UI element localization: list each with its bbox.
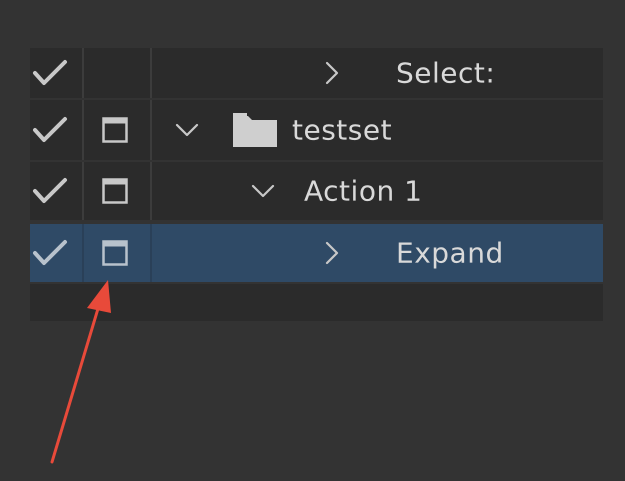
actions-panel: Select: testset Action 1 Expand: [30, 48, 603, 321]
action-name-cell[interactable]: Expand: [152, 224, 603, 282]
action-set-label: testset: [292, 113, 393, 147]
chevron-down-icon[interactable]: [250, 183, 276, 199]
folder-icon: [233, 113, 277, 147]
toggle-item-cell[interactable]: [30, 100, 82, 160]
actions-list-empty-area[interactable]: [30, 284, 603, 321]
dialog-toggle-cell[interactable]: [84, 162, 150, 220]
dialog-toggle-cell[interactable]: [84, 48, 150, 98]
action-row-action-1[interactable]: Action 1: [30, 162, 603, 220]
action-name-cell[interactable]: testset: [152, 100, 603, 160]
dialog-toggle-box-icon[interactable]: [102, 240, 128, 266]
dialog-toggle-box-icon[interactable]: [102, 178, 128, 204]
checkmark-icon[interactable]: [32, 238, 68, 268]
chevron-right-icon[interactable]: [324, 240, 340, 266]
checkmark-icon[interactable]: [32, 176, 68, 206]
checkmark-icon[interactable]: [32, 58, 68, 88]
toggle-item-cell[interactable]: [30, 48, 82, 98]
toggle-item-cell[interactable]: [30, 224, 82, 282]
dialog-toggle-cell[interactable]: [84, 100, 150, 160]
checkmark-icon[interactable]: [32, 115, 68, 145]
chevron-down-icon[interactable]: [174, 122, 200, 138]
action-name-cell[interactable]: Select:: [152, 48, 603, 98]
action-label: Action 1: [304, 174, 423, 208]
toggle-item-cell[interactable]: [30, 162, 82, 220]
chevron-right-icon[interactable]: [324, 60, 340, 86]
dialog-toggle-box-icon[interactable]: [102, 117, 128, 143]
action-row-select[interactable]: Select:: [30, 48, 603, 98]
dialog-toggle-cell[interactable]: [84, 224, 150, 282]
action-label: Expand: [396, 236, 504, 270]
action-label: Select:: [396, 56, 496, 90]
action-name-cell[interactable]: Action 1: [152, 162, 603, 220]
action-row-testset[interactable]: testset: [30, 100, 603, 160]
action-row-expand[interactable]: Expand: [30, 224, 603, 282]
